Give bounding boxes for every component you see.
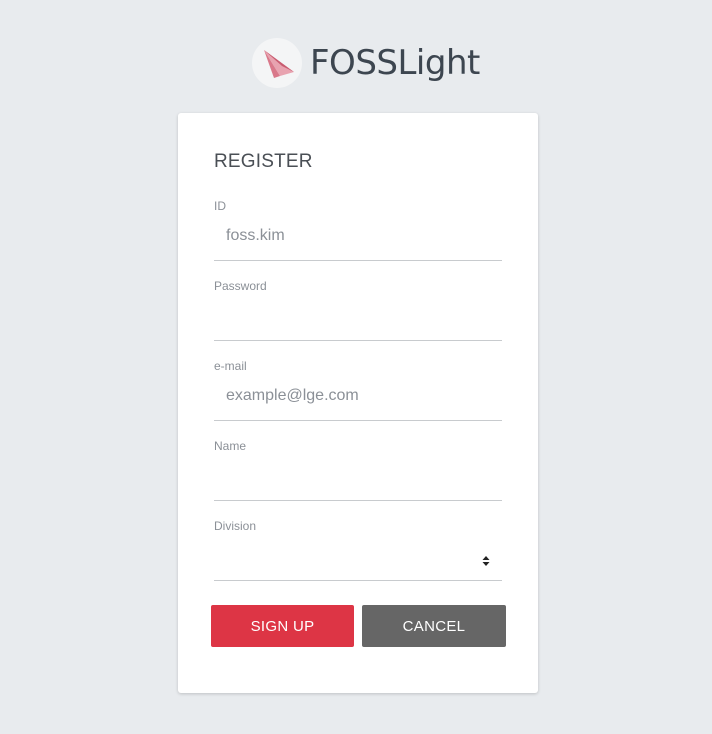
name-field: Name (214, 439, 502, 501)
email-field: e-mail (214, 359, 502, 421)
password-field: Password (214, 279, 502, 341)
email-label: e-mail (214, 359, 247, 373)
cancel-button[interactable]: CANCEL (362, 605, 506, 647)
id-field: ID (214, 199, 502, 261)
brand-header: FOSSLight (252, 38, 480, 88)
paper-plane-logo-icon (252, 38, 302, 88)
id-input[interactable] (214, 217, 502, 255)
email-input[interactable] (214, 377, 502, 415)
name-label: Name (214, 439, 247, 453)
form-title: REGISTER (214, 151, 313, 172)
signup-button[interactable]: SIGN UP (211, 605, 354, 647)
register-card: REGISTER ID Password e-mail Name Divisio… (178, 113, 538, 693)
division-label: Division (214, 519, 257, 533)
name-input[interactable] (214, 457, 502, 495)
division-field: Division (214, 519, 502, 581)
id-label: ID (214, 199, 226, 213)
division-select[interactable] (214, 537, 502, 575)
password-input[interactable] (214, 297, 502, 335)
sort-arrows-icon (482, 556, 490, 566)
password-label: Password (214, 279, 267, 293)
brand-name: FOSSLight (310, 43, 480, 83)
